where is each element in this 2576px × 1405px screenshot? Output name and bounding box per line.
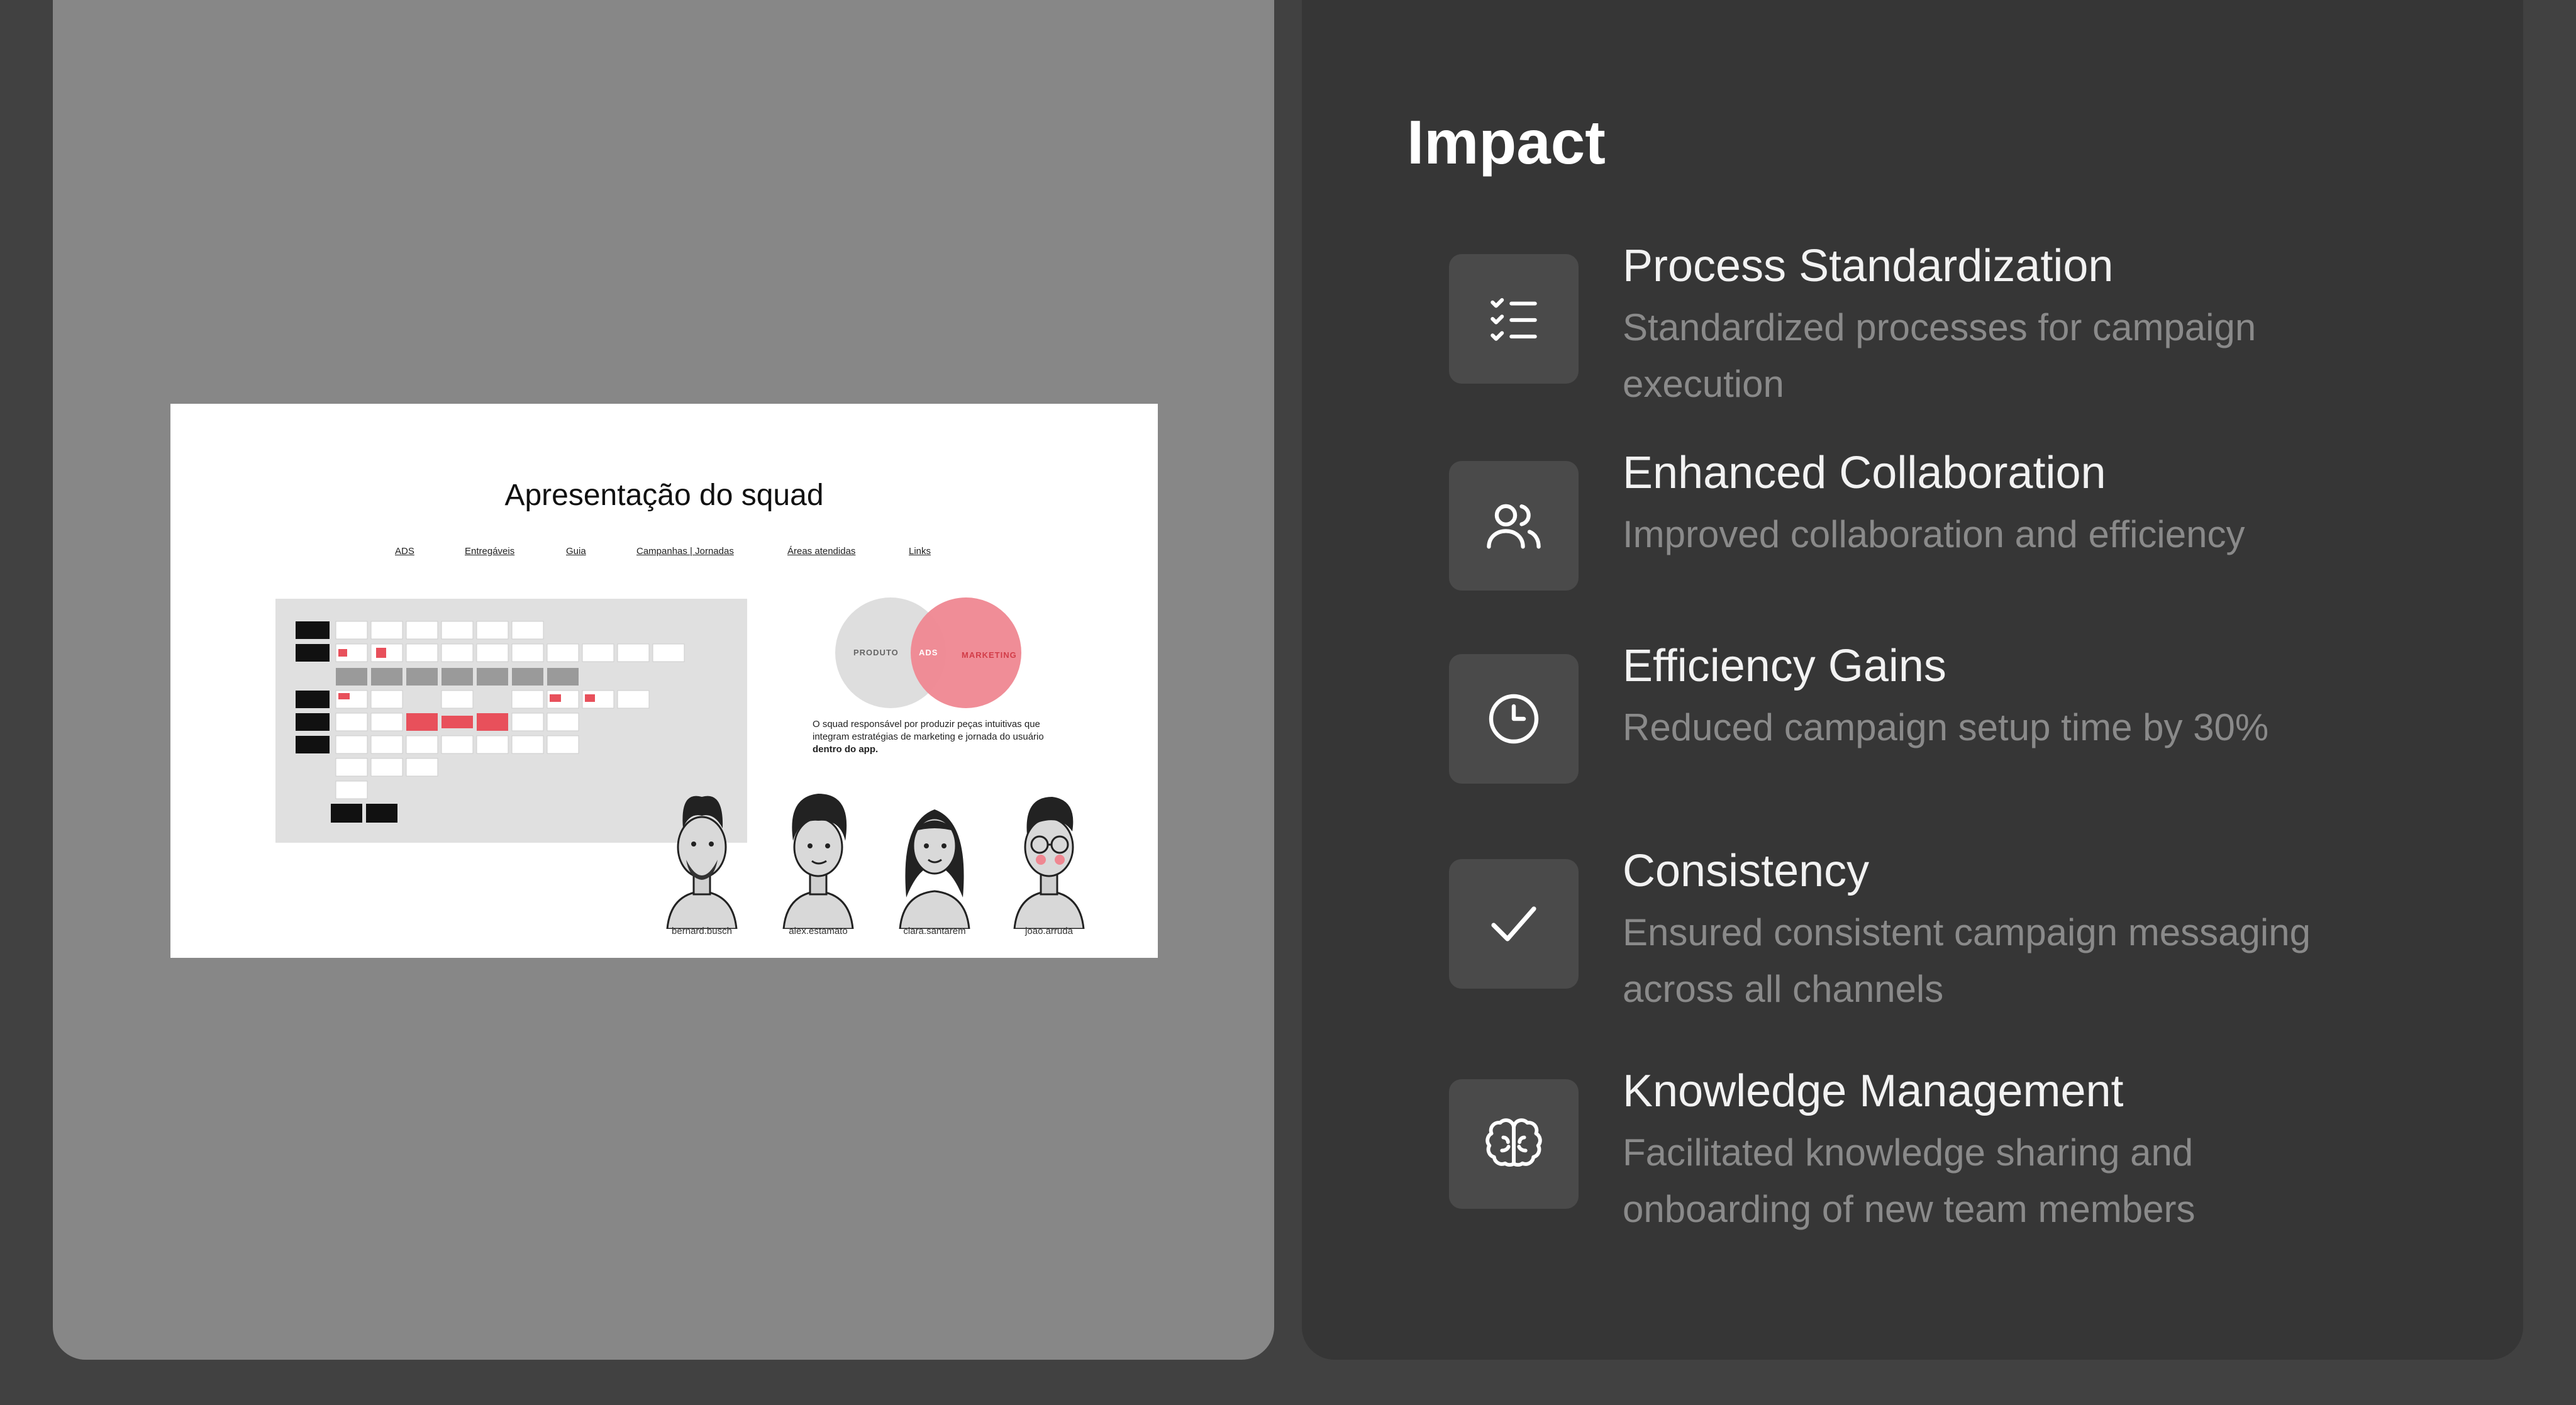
venn-label-product: PRODUTO [853, 648, 899, 657]
slide-link-guia[interactable]: Guia [566, 546, 586, 557]
slide-link-links[interactable]: Links [909, 546, 931, 557]
member-name-alex: alex.estamato [789, 926, 848, 936]
impact-item-description: Ensured consistent campaign messaging ac… [1623, 911, 2311, 1010]
squad-presentation-slide: Apresentação do squad ADS Entregáveis Gu… [170, 404, 1158, 958]
impact-item-heading: Knowledge Management [1623, 1066, 2124, 1116]
impact-heading: Impact [1407, 108, 1606, 177]
impact-item-description: Standardized processes for campaign exec… [1623, 306, 2257, 405]
impact-item-description: Reduced campaign setup time by 30% [1623, 706, 2269, 748]
project-preview-card: Apresentação do squad ADS Entregáveis Gu… [53, 0, 1274, 1360]
clock-icon [1449, 654, 1579, 784]
member-name-bernard: bernard.busch [672, 926, 732, 936]
impact-item-heading: Process Standardization [1623, 241, 2114, 291]
venn-label-marketing: MARKETING [962, 650, 1017, 660]
member-name-joao: joao.arruda [1025, 926, 1073, 936]
squad-description-emphasis: dentro do app. [813, 744, 879, 755]
slide-link-areas[interactable]: Áreas atendidas [787, 546, 855, 557]
impact-item-description: Facilitated knowledge sharing and onboar… [1623, 1131, 2196, 1230]
slide-link-campanhas[interactable]: Campanhas | Jornadas [636, 546, 734, 557]
slide-link-entregaveis[interactable]: Entregáveis [465, 546, 514, 557]
squad-description: O squad responsável por produzir peças i… [813, 718, 1052, 756]
slide-title: Apresentação do squad [504, 479, 824, 512]
users-icon [1449, 461, 1579, 591]
avatar-illustration-alex [782, 794, 854, 929]
slide-link-ads[interactable]: ADS [395, 546, 414, 557]
member-name-clara: clara.santarem [903, 926, 966, 936]
avatar-illustration-clara [899, 809, 970, 929]
brain-icon [1449, 1079, 1579, 1209]
venn-label-ads: ADS [919, 648, 938, 657]
impact-item-heading: Efficiency Gains [1623, 641, 1946, 691]
impact-item-heading: Enhanced Collaboration [1623, 448, 2106, 498]
avatar-illustration-bernard [666, 796, 738, 929]
checklist-icon [1449, 254, 1579, 384]
check-icon [1449, 859, 1579, 989]
squad-description-text: O squad responsável por produzir peças i… [813, 719, 1044, 742]
impact-item-heading: Consistency [1623, 846, 1870, 896]
impact-item-description: Improved collaboration and efficiency [1623, 513, 2245, 555]
avatar-illustration-joao [1013, 797, 1085, 929]
